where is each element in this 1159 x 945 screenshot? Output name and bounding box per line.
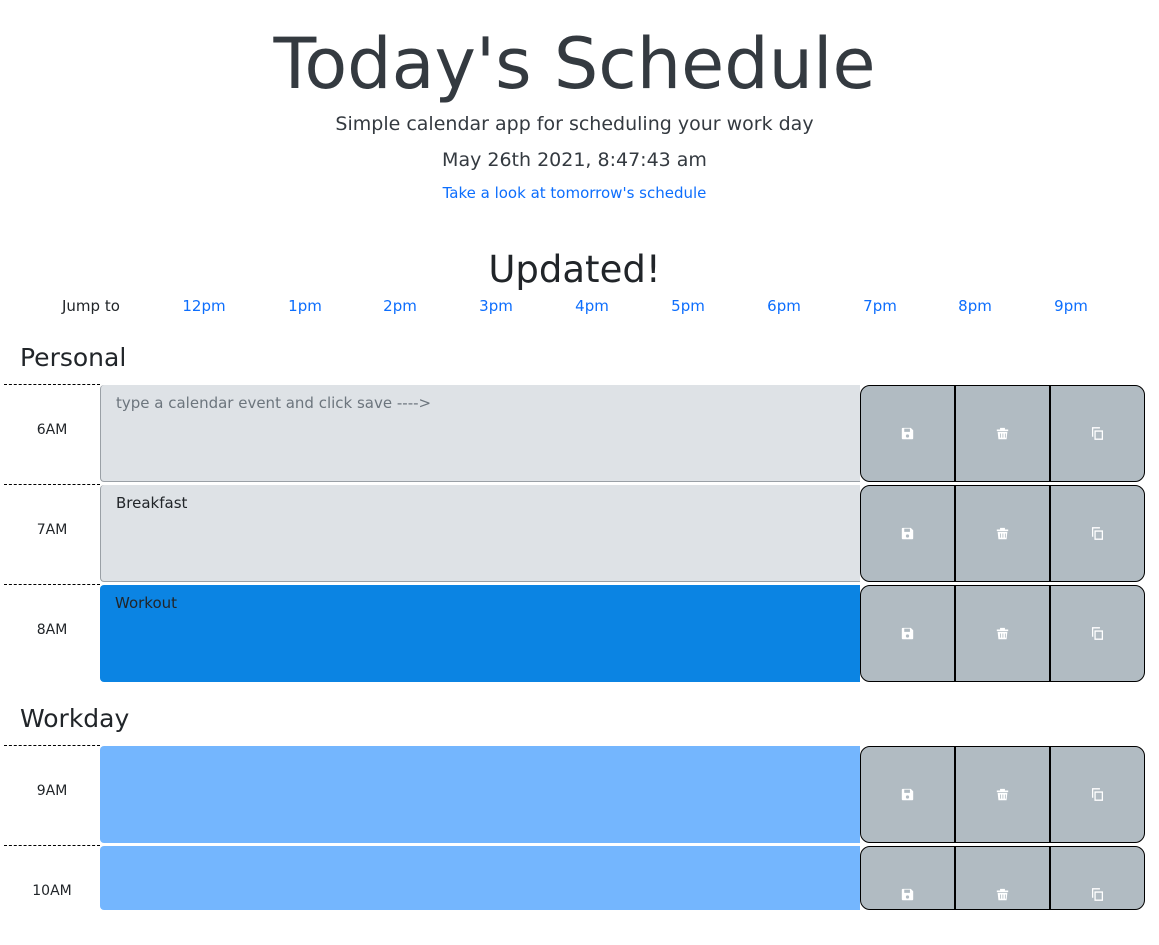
delete-button[interactable]	[955, 485, 1050, 582]
jump-link-4pm[interactable]: 4pm	[552, 296, 632, 316]
jump-to-label: Jump to	[62, 297, 120, 315]
event-input-10am[interactable]	[100, 846, 860, 910]
jump-link-5pm[interactable]: 5pm	[648, 296, 728, 316]
copy-button[interactable]	[1050, 846, 1145, 910]
section-title-workday: Workday	[20, 704, 130, 733]
hour-text: 9AM	[36, 782, 68, 799]
copy-button[interactable]	[1050, 746, 1145, 843]
jump-link-7pm[interactable]: 7pm	[840, 296, 920, 316]
copy-icon	[1091, 888, 1104, 901]
floppy-disk-icon	[901, 427, 914, 440]
jump-link-12pm[interactable]: 12pm	[164, 296, 244, 316]
current-datetime: May 26th 2021, 8:47:43 am	[442, 149, 707, 171]
section-title-personal: Personal	[20, 343, 127, 372]
floppy-disk-icon	[901, 527, 914, 540]
delete-button[interactable]	[955, 385, 1050, 482]
tomorrow-schedule-link[interactable]: Take a look at tomorrow's schedule	[0, 183, 1149, 203]
copy-icon	[1091, 427, 1104, 440]
hour-label: 9AM	[4, 745, 100, 845]
jump-link-6pm[interactable]: 6pm	[744, 296, 824, 316]
jump-link-8pm[interactable]: 8pm	[935, 296, 1015, 316]
delete-button[interactable]	[955, 585, 1050, 682]
event-input-7am[interactable]: Breakfast	[100, 485, 860, 582]
copy-button[interactable]	[1050, 485, 1145, 582]
hour-label: 8AM	[4, 584, 100, 684]
copy-icon	[1091, 788, 1104, 801]
jump-link-9pm[interactable]: 9pm	[1031, 296, 1111, 316]
event-input-6am[interactable]: type a calendar event and click save ---…	[100, 385, 860, 482]
page-title: Today's Schedule	[273, 23, 876, 105]
save-button[interactable]	[860, 585, 955, 682]
trash-icon	[996, 527, 1009, 540]
copy-icon	[1091, 527, 1104, 540]
hour-label: 10AM	[4, 845, 100, 945]
trash-icon	[996, 627, 1009, 640]
trash-icon	[996, 888, 1009, 901]
copy-button[interactable]	[1050, 585, 1145, 682]
copy-icon	[1091, 627, 1104, 640]
save-button[interactable]	[860, 846, 955, 910]
status-message: Updated!	[488, 248, 661, 291]
floppy-disk-icon	[901, 788, 914, 801]
copy-button[interactable]	[1050, 385, 1145, 482]
save-button[interactable]	[860, 746, 955, 843]
floppy-disk-icon	[901, 627, 914, 640]
delete-button[interactable]	[955, 746, 1050, 843]
delete-button[interactable]	[955, 846, 1050, 910]
save-button[interactable]	[860, 385, 955, 482]
save-button[interactable]	[860, 485, 955, 582]
hour-label: 6AM	[4, 384, 100, 484]
event-input-8am[interactable]: Workout	[100, 585, 860, 682]
hour-text: 8AM	[36, 621, 68, 638]
hour-text: 10AM	[32, 882, 72, 899]
jump-link-3pm[interactable]: 3pm	[456, 296, 536, 316]
jump-link-2pm[interactable]: 2pm	[360, 296, 440, 316]
trash-icon	[996, 788, 1009, 801]
hour-text: 7AM	[36, 521, 68, 538]
jump-link-1pm[interactable]: 1pm	[265, 296, 345, 316]
floppy-disk-icon	[901, 888, 914, 901]
hour-label: 7AM	[4, 484, 100, 584]
event-input-9am[interactable]	[100, 746, 860, 843]
hour-text: 6AM	[36, 421, 68, 438]
trash-icon	[996, 427, 1009, 440]
page-subtitle: Simple calendar app for scheduling your …	[335, 113, 814, 135]
